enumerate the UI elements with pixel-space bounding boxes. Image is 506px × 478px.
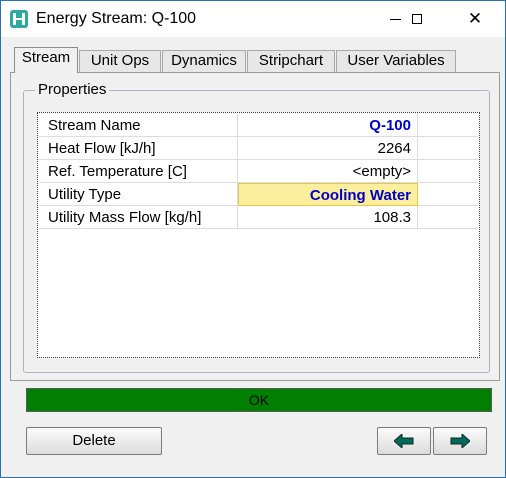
empty-cell — [418, 114, 478, 137]
tab-label: User Variables — [347, 52, 445, 69]
table-row[interactable]: Ref. Temperature [C] <empty> — [39, 160, 478, 183]
property-label: Utility Type — [39, 183, 238, 206]
property-label: Ref. Temperature [C] — [39, 160, 238, 183]
table-row[interactable]: Utility Mass Flow [kg/h] 108.3 — [39, 206, 478, 229]
property-label: Stream Name — [39, 114, 238, 137]
tab-label: Unit Ops — [90, 52, 150, 69]
ref-temperature-value[interactable]: <empty> — [238, 160, 418, 183]
tab-label: Stripchart — [258, 52, 324, 69]
empty-cell — [418, 137, 478, 160]
table-row[interactable]: Utility Type Cooling Water — [39, 183, 478, 206]
property-label: Heat Flow [kJ/h] — [39, 137, 238, 160]
maximize-button[interactable] — [395, 1, 439, 37]
tab-label: Dynamics — [171, 52, 237, 69]
delete-button[interactable]: Delete — [26, 427, 162, 455]
energy-stream-window: Energy Stream: Q-100 ✕ Stream Unit Ops D… — [0, 0, 506, 478]
empty-cell — [418, 160, 478, 183]
property-label: Utility Mass Flow [kg/h] — [39, 206, 238, 229]
next-button[interactable] — [433, 427, 487, 455]
window-title: Energy Stream: Q-100 — [36, 10, 197, 27]
stream-name-value[interactable]: Q-100 — [238, 114, 418, 137]
status-bar: OK — [26, 388, 492, 412]
app-logo-icon — [10, 10, 28, 28]
properties-grid: Stream Name Q-100 Heat Flow [kJ/h] 2264 … — [37, 112, 480, 358]
title-bar: Energy Stream: Q-100 ✕ — [1, 1, 505, 37]
properties-group-label: Properties — [35, 81, 110, 98]
arrow-right-icon — [450, 434, 470, 448]
tab-unit-ops[interactable]: Unit Ops — [79, 50, 161, 72]
table-row[interactable]: Heat Flow [kJ/h] 2264 — [39, 137, 478, 160]
utility-mass-flow-value[interactable]: 108.3 — [238, 206, 418, 229]
tab-stream[interactable]: Stream — [14, 47, 78, 73]
close-icon: ✕ — [467, 9, 483, 28]
utility-type-dropdown[interactable]: Cooling Water — [238, 183, 418, 206]
tab-label: Stream — [21, 49, 71, 66]
tab-user-variables[interactable]: User Variables — [336, 50, 456, 72]
empty-cell — [418, 206, 478, 229]
previous-button[interactable] — [377, 427, 431, 455]
tab-dynamics[interactable]: Dynamics — [162, 50, 246, 72]
empty-cell — [418, 183, 478, 206]
tab-stripchart[interactable]: Stripchart — [247, 50, 335, 72]
close-button[interactable]: ✕ — [453, 1, 497, 37]
maximize-icon — [412, 14, 422, 24]
arrow-left-icon — [394, 434, 414, 448]
table-row[interactable]: Stream Name Q-100 — [39, 114, 478, 137]
heat-flow-value[interactable]: 2264 — [238, 137, 418, 160]
